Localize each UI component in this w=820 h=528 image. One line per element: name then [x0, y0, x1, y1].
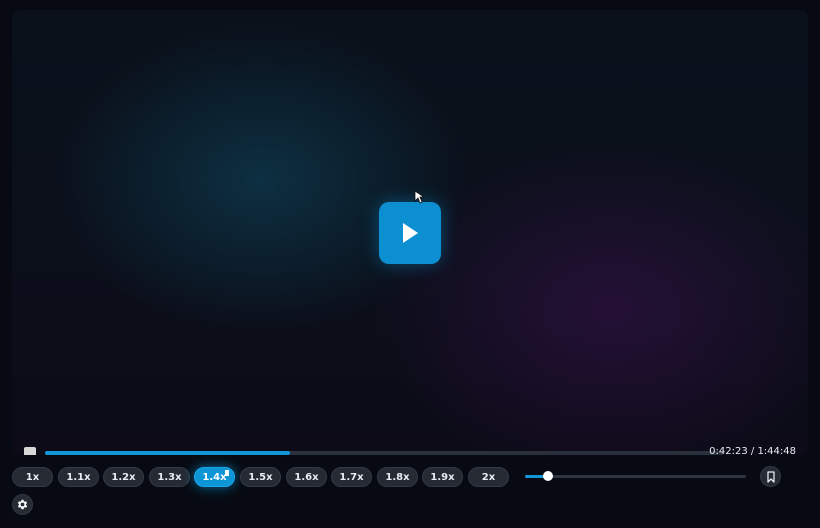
- speed-button[interactable]: 2x: [468, 467, 509, 487]
- speed-button[interactable]: 1x: [12, 467, 53, 487]
- speed-button-label: 1.6x: [294, 471, 319, 483]
- playback-controls: 0:42:23 / 1:44:48: [12, 442, 808, 455]
- speed-button-label: 1.1x: [66, 471, 91, 483]
- video-area[interactable]: 0:42:23 / 1:44:48: [12, 10, 808, 455]
- stop-button[interactable]: [24, 447, 36, 455]
- video-player-app: 0:42:23 / 1:44:48 1x 1.1x 1.2x 1.3x 1.4x 1.5x…: [0, 0, 820, 528]
- speed-button[interactable]: 1.2x: [103, 467, 144, 487]
- speed-button-label: 1.7x: [339, 471, 364, 483]
- speed-button-label: 2x: [481, 471, 496, 483]
- speed-button-label: 1.3x: [157, 471, 182, 483]
- speed-button-label: 1x: [25, 471, 40, 483]
- mouse-pointer-icon: [414, 190, 426, 204]
- speed-button[interactable]: 1.4x: [194, 467, 235, 487]
- bookmark-icon: [766, 470, 775, 483]
- speed-button-label: 1.9x: [430, 471, 455, 483]
- volume-slider[interactable]: [525, 471, 746, 481]
- gear-icon: [17, 499, 28, 510]
- speed-button[interactable]: 1.9x: [422, 467, 463, 487]
- progress-bar[interactable]: [45, 451, 723, 455]
- time-display: 0:42:23 / 1:44:48: [709, 446, 796, 455]
- volume-slider-handle[interactable]: [543, 471, 554, 481]
- bookmark-button[interactable]: [760, 466, 781, 487]
- play-icon: [403, 223, 418, 243]
- speed-button[interactable]: 1.7x: [331, 467, 372, 487]
- speed-button[interactable]: 1.6x: [286, 467, 327, 487]
- speed-button[interactable]: 1.8x: [377, 467, 418, 487]
- play-button[interactable]: [379, 202, 441, 264]
- speed-button-label: 1.2x: [111, 471, 136, 483]
- settings-button[interactable]: [12, 494, 33, 515]
- speed-button[interactable]: 1.5x: [240, 467, 281, 487]
- speed-button[interactable]: 1.3x: [149, 467, 190, 487]
- speed-button[interactable]: 1.1x: [58, 467, 99, 487]
- speed-button-label: 1.8x: [385, 471, 410, 483]
- active-marker-icon: [225, 470, 229, 476]
- speed-button-label: 1.5x: [248, 471, 273, 483]
- progress-bar-fill: [45, 451, 291, 455]
- speed-button-label: 1.4x: [202, 471, 227, 483]
